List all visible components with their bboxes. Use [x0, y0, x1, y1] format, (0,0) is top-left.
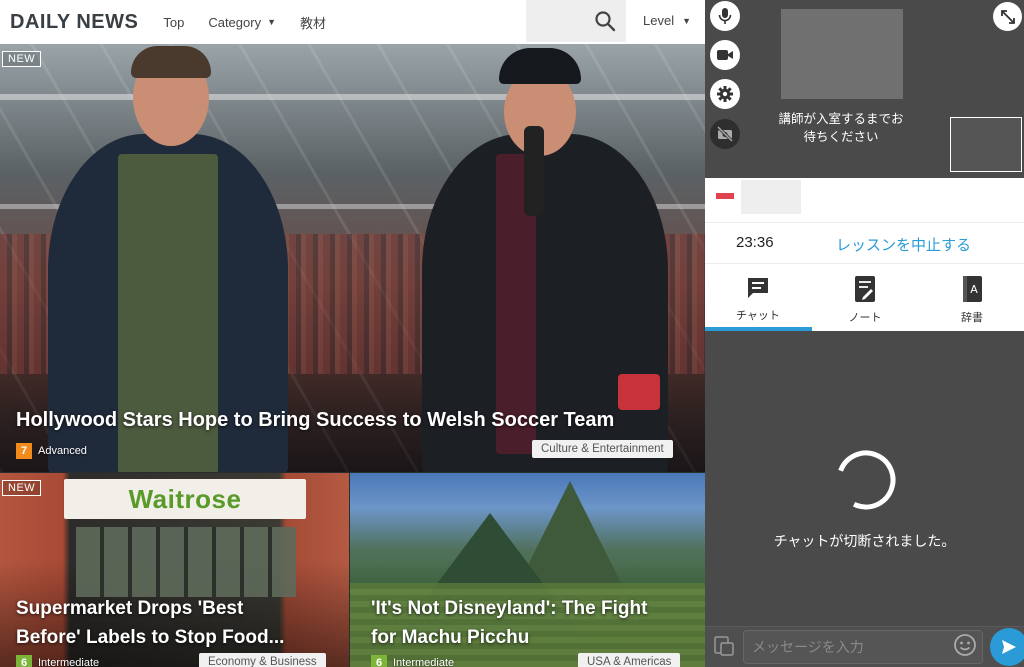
camera-button[interactable]	[710, 40, 740, 70]
level-label: Advanced	[38, 445, 87, 457]
person-right-cap	[499, 48, 581, 84]
note-icon	[855, 276, 875, 302]
level-label: Level	[643, 13, 675, 28]
send-icon	[1002, 640, 1016, 654]
level-number-badge: 7	[16, 443, 32, 459]
person-left-hair	[131, 46, 211, 78]
camera-off-button[interactable]	[710, 119, 740, 149]
tutor-name-placeholder	[741, 180, 801, 214]
article-title-line: for Machu Picchu	[371, 627, 530, 648]
waiting-message: 講師が入室するまでお 待ちください	[765, 110, 917, 146]
waiting-message-line: 講師が入室するまでお	[778, 112, 904, 126]
level-label: Intermediate	[38, 657, 100, 667]
top-navigation: DAILY NEWS Top Category ▼ 教材 Level ▼	[0, 0, 705, 44]
tutor-video-placeholder	[781, 9, 903, 99]
featured-article-card[interactable]: NEW Hollywood Stars Hope to Bring Succes…	[0, 44, 705, 472]
category-tag[interactable]: Culture & Entertainment	[532, 440, 673, 458]
lesson-panel: 講師が入室するまでお 待ちください 23:36 レッスンを中止する チャット ノ…	[705, 0, 1024, 667]
send-button[interactable]	[990, 628, 1024, 666]
store-window	[76, 527, 296, 597]
gear-icon	[717, 86, 733, 102]
stadium-roof-beam	[0, 94, 705, 100]
article-card[interactable]: Waitrose NEW Supermarket Drops 'Best Bef…	[0, 473, 349, 667]
nav-materials-link[interactable]: 教材	[300, 13, 326, 32]
store-sign: Waitrose	[64, 479, 306, 519]
level-indicator: 6 Intermediate	[16, 655, 99, 667]
self-video-preview	[950, 117, 1022, 172]
emoji-icon[interactable]	[953, 633, 977, 657]
level-indicator: 6 Intermediate	[371, 655, 454, 667]
level-label: Intermediate	[393, 657, 455, 667]
new-badge: NEW	[2, 480, 42, 496]
chevron-down-icon: ▼	[682, 15, 691, 26]
tab-dictionary-label: 辞書	[961, 312, 983, 324]
stop-lesson-link[interactable]: レッスンを中止する	[836, 234, 971, 255]
store-sign-text: Waitrose	[128, 483, 242, 514]
chat-icon	[748, 278, 768, 298]
news-panel: DAILY NEWS Top Category ▼ 教材 Level ▼ NEW…	[0, 0, 705, 667]
search-button[interactable]	[526, 0, 626, 42]
new-badge: NEW	[2, 51, 42, 67]
country-flag-icon	[716, 191, 734, 201]
article-title[interactable]: Hollywood Stars Hope to Bring Success to…	[16, 409, 614, 432]
tab-note[interactable]: ノート	[812, 265, 918, 331]
article-title-line: Supermarket Drops 'Best	[16, 598, 244, 619]
message-input[interactable]	[743, 630, 983, 664]
camera-off-icon	[716, 126, 734, 142]
article-card[interactable]: 'It's Not Disneyland': The Fight for Mac…	[350, 473, 705, 667]
video-camera-icon	[717, 50, 733, 60]
nav-materials-label: 教材	[300, 15, 327, 31]
tab-dictionary[interactable]: A 辞書	[919, 265, 1024, 331]
lesson-timer: 23:36	[736, 234, 774, 251]
scarf	[618, 374, 660, 410]
dictionary-icon: A	[963, 276, 982, 302]
settings-button[interactable]	[710, 79, 740, 109]
article-title[interactable]: Supermarket Drops 'Best Before' Labels t…	[16, 594, 284, 652]
waiting-message-line: 待ちください	[803, 130, 879, 144]
expand-icon	[1000, 9, 1015, 24]
nav-category-label: Category	[208, 14, 262, 30]
attachment-icon[interactable]	[713, 634, 735, 656]
nav-top-label: Top	[163, 14, 185, 30]
chevron-down-icon: ▼	[267, 17, 276, 27]
svg-text:A: A	[970, 283, 978, 296]
search-icon	[595, 11, 616, 32]
level-number-badge: 6	[371, 655, 387, 667]
level-dropdown[interactable]: Level ▼	[643, 13, 691, 28]
mic-button[interactable]	[710, 1, 740, 31]
tab-chat-label: チャット	[736, 310, 780, 322]
nav-top-link[interactable]: Top	[163, 15, 184, 30]
tab-note-label: ノート	[848, 312, 882, 324]
mic-icon	[718, 8, 732, 24]
brand-logo[interactable]: DAILY NEWS	[10, 11, 138, 34]
article-title[interactable]: 'It's Not Disneyland': The Fight for Mac…	[371, 594, 647, 652]
article-title-line: 'It's Not Disneyland': The Fight	[371, 598, 648, 619]
level-indicator: 7 Advanced	[16, 443, 87, 459]
article-title-line: Before' Labels to Stop Food...	[16, 627, 285, 648]
level-number-badge: 6	[16, 655, 32, 667]
tab-chat[interactable]: チャット	[705, 265, 811, 331]
chat-status-message: チャットが切断されました。	[773, 533, 956, 549]
microphone	[524, 126, 544, 216]
expand-button[interactable]	[993, 2, 1022, 31]
loading-spinner-icon	[836, 450, 896, 510]
category-tag[interactable]: Economy & Business	[199, 653, 326, 667]
category-tag[interactable]: USA & Americas	[578, 653, 681, 667]
video-area: 講師が入室するまでお 待ちください	[705, 0, 1024, 178]
nav-category-dropdown[interactable]: Category ▼	[208, 15, 276, 30]
